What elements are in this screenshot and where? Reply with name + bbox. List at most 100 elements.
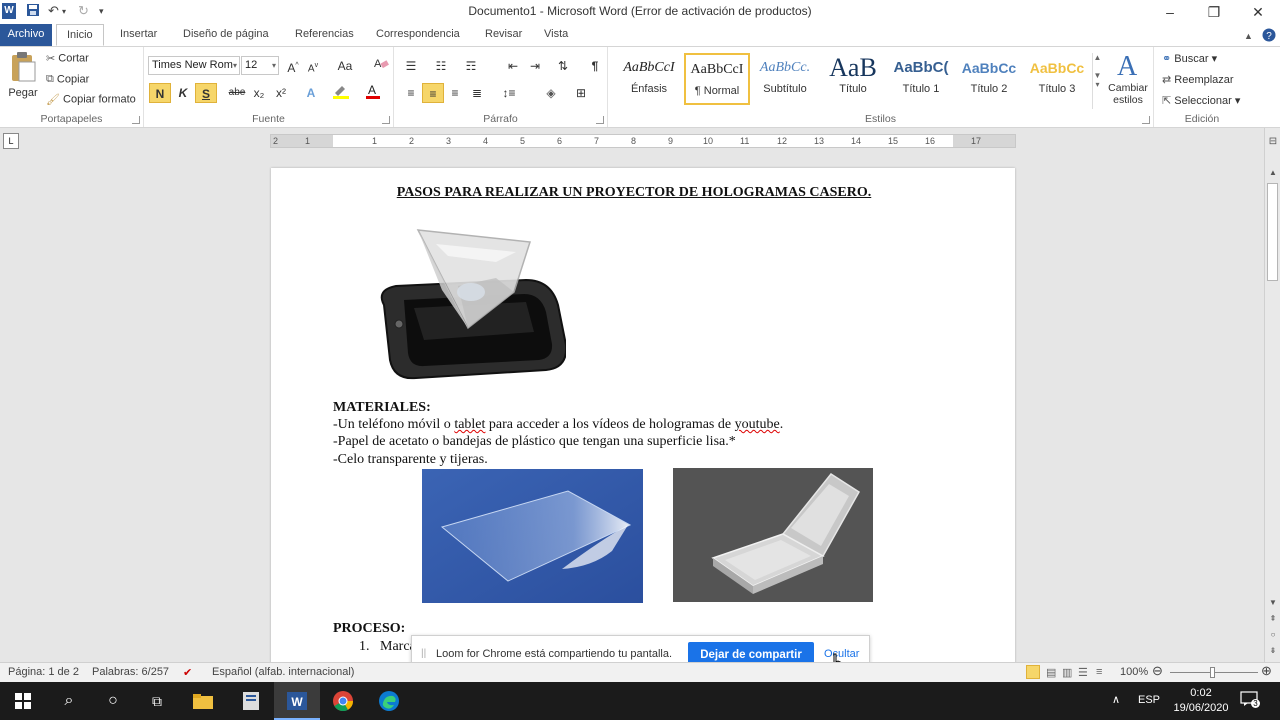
style-titulo[interactable]: AaB Título <box>820 53 886 105</box>
word-count[interactable]: Palabras: 6/257 <box>92 666 169 678</box>
shading-button[interactable]: ◈ <box>540 83 562 103</box>
edge-icon[interactable] <box>366 682 412 720</box>
tab-selector[interactable]: L <box>3 133 19 149</box>
help-icon[interactable]: ? <box>1262 28 1276 45</box>
zoom-slider-thumb[interactable] <box>1210 667 1215 678</box>
bullets-button[interactable]: ☰ <box>400 56 422 76</box>
grow-font-button[interactable]: A^ <box>282 56 304 76</box>
minimize-button[interactable]: – <box>1148 0 1192 24</box>
numbering-button[interactable]: ☷ <box>430 56 452 76</box>
style-titulo-3[interactable]: AaBbCc Título 3 <box>1024 53 1090 105</box>
search-icon[interactable]: ⌕ <box>46 682 92 720</box>
italic-button[interactable]: K <box>172 83 194 103</box>
bold-button[interactable]: N <box>149 83 171 103</box>
system-tray-expand-icon[interactable]: ∧ <box>1112 693 1120 706</box>
text-effects-button[interactable]: A <box>300 83 322 103</box>
styles-scroll[interactable]: ▲ ▼ ▾ <box>1092 53 1102 109</box>
align-center-button[interactable]: ≡ <box>422 83 444 103</box>
decrease-indent-button[interactable]: ⇤ <box>502 56 524 76</box>
tab-inicio[interactable]: Inicio <box>56 24 104 46</box>
multilevel-list-button[interactable]: ☶ <box>460 56 482 76</box>
misspelled-word[interactable]: youtube <box>735 417 780 432</box>
font-launcher[interactable] <box>382 116 390 124</box>
draft-view-icon[interactable]: ≡ <box>1096 666 1102 678</box>
drag-handle-icon[interactable]: || <box>421 648 426 659</box>
change-case-button[interactable]: Aa <box>334 56 356 76</box>
format-painter-button[interactable]: 🖌 Copiar formato <box>46 93 136 106</box>
cortana-icon[interactable]: ○ <box>90 682 136 720</box>
browse-object-icon[interactable]: ○ <box>1265 630 1280 639</box>
scroll-up-arrow[interactable]: ▲ <box>1265 168 1280 177</box>
style-normal[interactable]: AaBbCcI ¶ Normal <box>684 53 750 105</box>
sort-button[interactable]: ⇅ <box>552 56 574 76</box>
proofing-icon[interactable]: ✔ <box>183 666 192 679</box>
web-layout-view-icon[interactable]: ▥ <box>1062 666 1072 679</box>
document-page[interactable]: PASOS PARA REALIZAR UN PROYECTOR DE HOLO… <box>271 168 1015 668</box>
justify-button[interactable]: ≣ <box>466 83 488 103</box>
file-explorer-icon[interactable] <box>180 682 226 720</box>
tab-referencias[interactable]: Referencias <box>285 24 364 46</box>
start-button[interactable] <box>0 682 46 720</box>
task-view-icon[interactable]: ⧉ <box>134 682 180 720</box>
align-right-button[interactable]: ≡ <box>444 83 466 103</box>
chrome-icon[interactable] <box>320 682 366 720</box>
styles-launcher[interactable] <box>1142 116 1150 124</box>
tab-insertar[interactable]: Insertar <box>110 24 167 46</box>
style-titulo-2[interactable]: AaBbCc Título 2 <box>956 53 1022 105</box>
next-page-icon[interactable]: ⇟ <box>1265 646 1280 655</box>
file-manager-icon[interactable] <box>228 682 274 720</box>
outline-view-icon[interactable]: ☰ <box>1078 666 1088 679</box>
tab-revisar[interactable]: Revisar <box>475 24 532 46</box>
increase-indent-button[interactable]: ⇥ <box>524 56 546 76</box>
change-styles-button[interactable]: A Cambiar estilos <box>1106 51 1150 106</box>
clear-format-button[interactable]: A <box>370 56 392 76</box>
show-marks-button[interactable]: ¶ <box>584 56 606 76</box>
align-left-button[interactable]: ≡ <box>400 83 422 103</box>
system-clock[interactable]: 0:02 19/06/2020 <box>1166 686 1236 716</box>
zoom-in-button[interactable]: ⊕ <box>1261 663 1272 679</box>
font-size-select[interactable]: 12 ▾ <box>241 56 279 75</box>
borders-button[interactable]: ⊞ <box>570 83 592 103</box>
select-button[interactable]: ⇱ Seleccionar ▾ <box>1162 94 1240 107</box>
copy-button[interactable]: ⧉ Copiar <box>46 73 89 86</box>
highlight-button[interactable] <box>330 83 352 103</box>
paste-button[interactable]: Pegar <box>7 51 39 99</box>
zoom-out-button[interactable]: ⊖ <box>1152 663 1163 679</box>
strikethrough-button[interactable]: abe <box>226 83 248 103</box>
subscript-button[interactable]: x₂ <box>248 83 270 103</box>
ruler-toggle-icon[interactable]: ⊟ <box>1265 136 1280 147</box>
style-titulo-1[interactable]: AaBbC( Título 1 <box>888 53 954 105</box>
action-center-icon[interactable]: 3 <box>1240 691 1260 708</box>
find-button[interactable]: ⚭ Buscar ▾ <box>1162 52 1217 65</box>
tab-diseno-de-pagina[interactable]: Diseño de página <box>173 24 279 46</box>
tab-correspondencia[interactable]: Correspondencia <box>366 24 470 46</box>
tab-vista[interactable]: Vista <box>534 24 578 46</box>
superscript-button[interactable]: x² <box>270 83 292 103</box>
horizontal-ruler[interactable]: 1 2 1 2 3 4 5 6 7 8 9 10 11 12 13 14 15 … <box>270 134 1016 148</box>
close-button[interactable]: ✕ <box>1236 0 1280 24</box>
scroll-down-arrow[interactable]: ▼ <box>1265 598 1280 607</box>
style-enfasis[interactable]: AaBbCcI Énfasis <box>616 53 682 105</box>
style-subtitulo[interactable]: AaBbCc. Subtítulo <box>752 53 818 105</box>
language-indicator[interactable]: Español (alfab. internacional) <box>212 666 354 678</box>
collapse-ribbon-icon[interactable]: ▲ <box>1244 31 1253 41</box>
shrink-font-button[interactable]: Av <box>302 56 324 76</box>
clipboard-launcher[interactable] <box>132 116 140 124</box>
line-spacing-button[interactable]: ↕≡ <box>498 83 520 103</box>
cut-button[interactable]: ✂ Cortar <box>46 52 89 65</box>
word-taskbar-icon[interactable]: W <box>274 682 320 720</box>
tab-archivo[interactable]: Archivo <box>0 24 52 46</box>
full-screen-view-icon[interactable]: ▤ <box>1046 666 1056 679</box>
paragraph-launcher[interactable] <box>596 116 604 124</box>
print-layout-view-icon[interactable] <box>1026 665 1040 679</box>
underline-button[interactable]: S <box>195 83 217 103</box>
font-color-button[interactable]: A <box>362 83 384 103</box>
scrollbar-thumb[interactable] <box>1267 183 1278 281</box>
vertical-scrollbar[interactable]: ⊟ ▲ ▼ ⇞ ○ ⇟ <box>1264 128 1280 662</box>
restore-button[interactable]: ❐ <box>1192 0 1236 24</box>
replace-button[interactable]: ⇄ Reemplazar <box>1162 73 1234 86</box>
misspelled-word[interactable]: tablet <box>454 417 485 432</box>
zoom-level[interactable]: 100% <box>1120 666 1148 678</box>
page-count[interactable]: Página: 1 de 2 <box>8 666 79 678</box>
previous-page-icon[interactable]: ⇞ <box>1265 614 1280 623</box>
